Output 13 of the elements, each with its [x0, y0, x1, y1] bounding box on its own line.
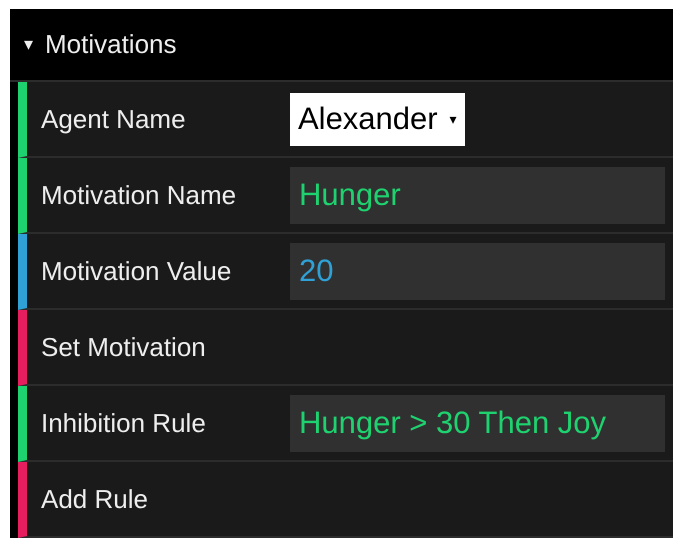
agent-dropdown[interactable]: Alexander ▾ — [290, 92, 465, 146]
field-label: Motivation Value — [41, 254, 232, 288]
action-button[interactable]: Add Rule — [41, 480, 148, 518]
action-button[interactable]: Set Motivation — [41, 328, 206, 366]
caret-icon: ▾ — [24, 31, 33, 58]
field-label: Motivation Name — [41, 178, 236, 212]
caret-icon: ▾ — [450, 108, 457, 130]
value-field[interactable]: Hunger > 30 Then Joy — [290, 394, 665, 452]
folder-title: Motivations — [45, 28, 176, 61]
field-label: Inhibition Rule — [41, 406, 206, 440]
value-field[interactable]: Hunger — [290, 166, 665, 224]
value-field[interactable]: 20 — [290, 242, 665, 300]
field-label: Agent Name — [41, 102, 186, 136]
